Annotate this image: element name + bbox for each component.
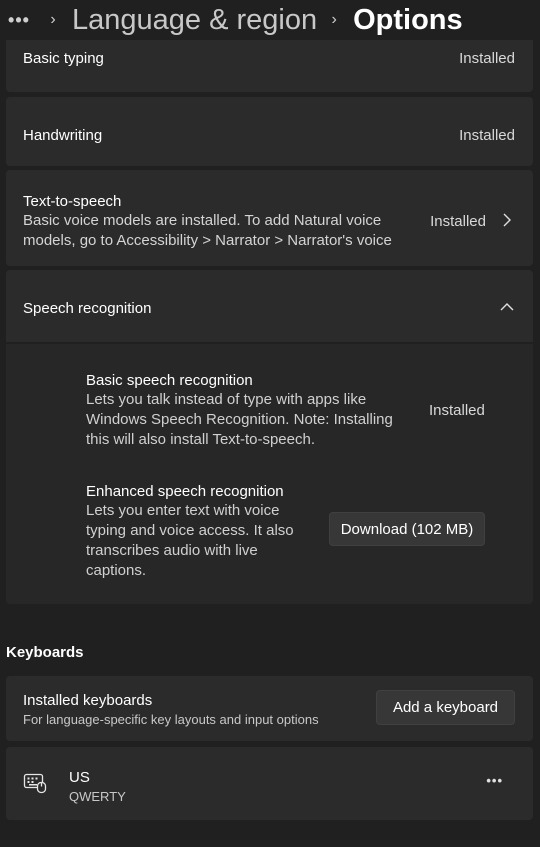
basic-typing-title: Basic typing bbox=[23, 50, 104, 67]
text-to-speech-title: Text-to-speech bbox=[23, 193, 122, 210]
enhanced-speech-desc-line3: transcribes audio with live bbox=[86, 542, 258, 559]
enhanced-speech-desc-line1: Lets you enter text with voice bbox=[86, 502, 280, 519]
text-to-speech-status: Installed bbox=[430, 213, 486, 230]
speech-recognition-title: Speech recognition bbox=[23, 300, 152, 317]
download-enhanced-speech-button[interactable]: Download (102 MB) bbox=[329, 512, 485, 546]
chevron-right-icon bbox=[497, 210, 517, 230]
handwriting-status: Installed bbox=[459, 127, 515, 144]
speech-recognition-header[interactable]: Speech recognition bbox=[6, 270, 533, 342]
basic-speech-status: Installed bbox=[429, 402, 485, 419]
enhanced-speech-description: Lets you enter text with voice typing an… bbox=[86, 501, 316, 581]
keyboards-section-title: Keyboards bbox=[6, 644, 84, 661]
basic-speech-title: Basic speech recognition bbox=[86, 372, 253, 389]
basic-typing-status: Installed bbox=[459, 50, 515, 67]
basic-speech-description: Lets you talk instead of type with apps … bbox=[86, 390, 406, 450]
text-to-speech-description: Basic voice models are installed. To add… bbox=[23, 211, 413, 251]
chevron-right-icon: › bbox=[331, 11, 337, 28]
keyboard-layout: QWERTY bbox=[69, 789, 126, 804]
more-options-button[interactable]: ••• bbox=[2, 3, 36, 37]
keyboard-item-us: US QWERTY ••• bbox=[6, 747, 533, 820]
installed-keyboards-row: Installed keyboards For language-specifi… bbox=[6, 676, 533, 741]
text-to-speech-desc-line1: Basic voice models are installed. To add… bbox=[23, 212, 382, 229]
basic-speech-desc-line1: Lets you talk instead of type with apps … bbox=[86, 391, 367, 408]
chevron-right-icon: › bbox=[50, 11, 56, 28]
handwriting-row: Handwriting Installed bbox=[6, 97, 533, 166]
speech-recognition-panel: Basic speech recognition Lets you talk i… bbox=[6, 344, 533, 604]
enhanced-speech-desc-line2: typing and voice access. It also bbox=[86, 522, 294, 539]
add-keyboard-button[interactable]: Add a keyboard bbox=[376, 690, 515, 725]
breadcrumb-header: ••• › Language & region › Options bbox=[0, 0, 540, 40]
breadcrumb-language-region[interactable]: Language & region bbox=[72, 4, 317, 37]
text-to-speech-row[interactable]: Text-to-speech Basic voice models are in… bbox=[6, 170, 533, 266]
handwriting-title: Handwriting bbox=[23, 127, 103, 144]
installed-keyboards-title: Installed keyboards bbox=[23, 692, 153, 709]
text-to-speech-desc-line2: models, go to Accessibility > Narrator >… bbox=[23, 232, 392, 249]
enhanced-speech-desc-line4: captions. bbox=[86, 562, 147, 579]
chevron-up-icon[interactable] bbox=[497, 297, 517, 317]
basic-speech-desc-line2: Windows Speech Recognition. Note: Instal… bbox=[86, 411, 393, 428]
basic-speech-desc-line3: this will also install Text-to-speech. bbox=[86, 431, 315, 448]
keyboard-name: US bbox=[69, 769, 90, 786]
keyboard-more-button[interactable]: ••• bbox=[486, 773, 503, 788]
installed-keyboards-description: For language-specific key layouts and in… bbox=[23, 712, 319, 727]
page-title: Options bbox=[353, 3, 463, 36]
enhanced-speech-title: Enhanced speech recognition bbox=[86, 483, 284, 500]
keyboard-icon bbox=[23, 772, 49, 794]
